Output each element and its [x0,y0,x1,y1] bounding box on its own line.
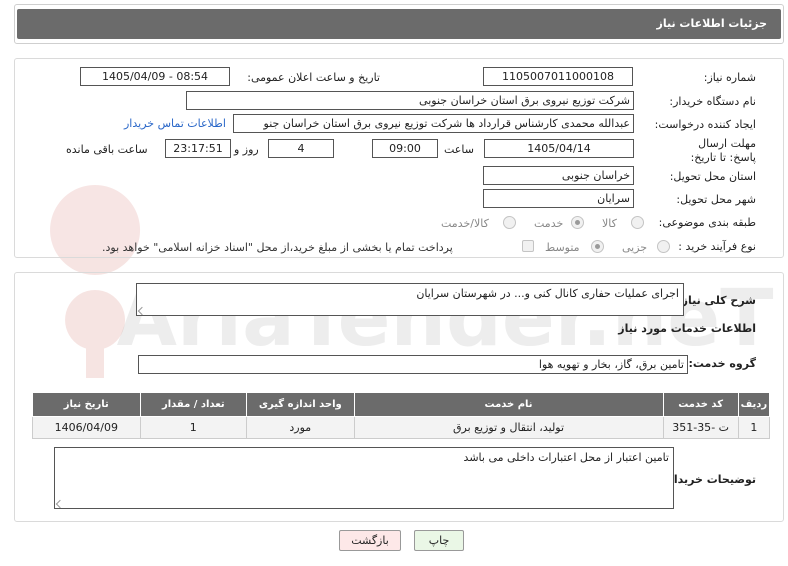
cell-row: 1 [737,416,771,439]
city-label: شهر محل تحویل: [676,193,756,206]
remaining-time-field: 23:17:51 [165,139,231,158]
resize-handle-icon[interactable] [137,306,147,316]
buyer-org-label: نام دستگاه خریدار: [669,95,756,108]
col-service-name: نام خدمت [353,392,664,417]
cell-unit: مورد [246,416,355,439]
back-button[interactable]: بازگشت [339,530,401,551]
cell-quantity: 1 [139,416,248,439]
category-option-goods-service: کالا/خدمت [441,217,489,230]
deadline-date-field: 1405/04/14 [484,139,634,158]
col-quantity: تعداد / مقدار [139,392,248,417]
deadline-label: مهلت ارسال پاسخ: تا تاریخ: [690,137,756,164]
requester-label: ایجاد کننده درخواست: [654,118,756,131]
deadline-time-label: ساعت [444,143,474,156]
province-field: خراسان جنوبی [483,166,634,185]
service-group-label: گروه خدمت: [688,357,756,370]
table-row: 1 ت -35-351 تولید، انتقال و توزیع برق مو… [32,416,771,439]
need-number-label: شماره نیاز: [703,71,756,84]
treasury-payment-checkbox[interactable] [522,240,534,252]
header-panel: جزئیات اطلاعات نیاز [14,4,784,44]
print-button[interactable]: چاپ [414,530,464,551]
process-radio-minor[interactable] [657,240,670,253]
cell-service-name: تولید، انتقال و توزیع برق [353,416,664,439]
buyer-notes-text: تامین اعتبار از محل اعتبارات داخلی می با… [463,451,669,464]
buyer-notes-label: توضیحات خریدار: [663,473,756,486]
services-section-title: اطلاعات خدمات مورد نیاز [618,322,756,335]
service-group-field: تامین برق، گاز، بخار و تهویه هوا [138,355,688,374]
resize-handle-icon[interactable] [55,499,65,509]
process-option-medium: متوسط [545,241,580,254]
process-radio-medium[interactable] [591,240,604,253]
city-field: سرایان [483,189,634,208]
remaining-days-field: 4 [268,139,334,158]
buyer-contact-link[interactable]: اطلاعات تماس خریدار [124,117,226,130]
process-type-label: نوع فرآیند خرید : [678,240,756,253]
col-service-code: کد خدمت [662,392,739,417]
category-label: طبقه بندی موضوعی: [658,216,756,229]
remaining-label: ساعت باقی مانده [66,143,148,156]
process-option-minor: جزیی [622,241,648,254]
deadline-time-field: 09:00 [372,139,438,158]
services-table: ردیف کد خدمت نام خدمت واحد اندازه گیری ت… [32,392,771,439]
services-table-header: ردیف کد خدمت نام خدمت واحد اندازه گیری ت… [32,392,771,417]
province-label: استان محل تحویل: [669,170,756,183]
treasury-payment-note: پرداخت تمام یا بخشی از مبلغ خرید،از محل … [102,241,453,254]
category-radio-goods[interactable] [631,216,644,229]
buyer-notes-textarea: تامین اعتبار از محل اعتبارات داخلی می با… [54,447,674,509]
description-text: اجرای عملیات حفاری کانال کنی و... در شهر… [416,287,679,300]
days-label: روز و [234,143,259,156]
announce-datetime-field: 1405/04/09 - 08:54 [80,67,230,86]
cell-service-code: ت -35-351 [662,416,739,439]
need-number-field: 1105007011000108 [483,67,633,86]
cell-need-date: 1406/04/09 [32,416,141,439]
header-bar: جزئیات اطلاعات نیاز [17,9,781,39]
category-radio-service[interactable] [571,216,584,229]
col-need-date: تاریخ نیاز [32,392,141,417]
description-textarea: اجرای عملیات حفاری کانال کنی و... در شهر… [136,283,684,316]
requester-field: عبدالله محمدی کارشناس قرارداد ها شرکت تو… [233,114,634,133]
category-radio-goods-service[interactable] [503,216,516,229]
category-option-service: خدمت [534,217,564,230]
buyer-org-field: شرکت توزیع نیروی برق استان خراسان جنوبی [186,91,634,110]
category-option-goods: کالا [602,217,617,230]
col-row: ردیف [737,392,771,417]
col-unit: واحد اندازه گیری [246,392,355,417]
page-title: جزئیات اطلاعات نیاز [656,17,768,30]
announce-datetime-label: تاریخ و ساعت اعلان عمومی: [247,71,380,84]
description-label: شرح کلی نیاز: [677,294,756,307]
